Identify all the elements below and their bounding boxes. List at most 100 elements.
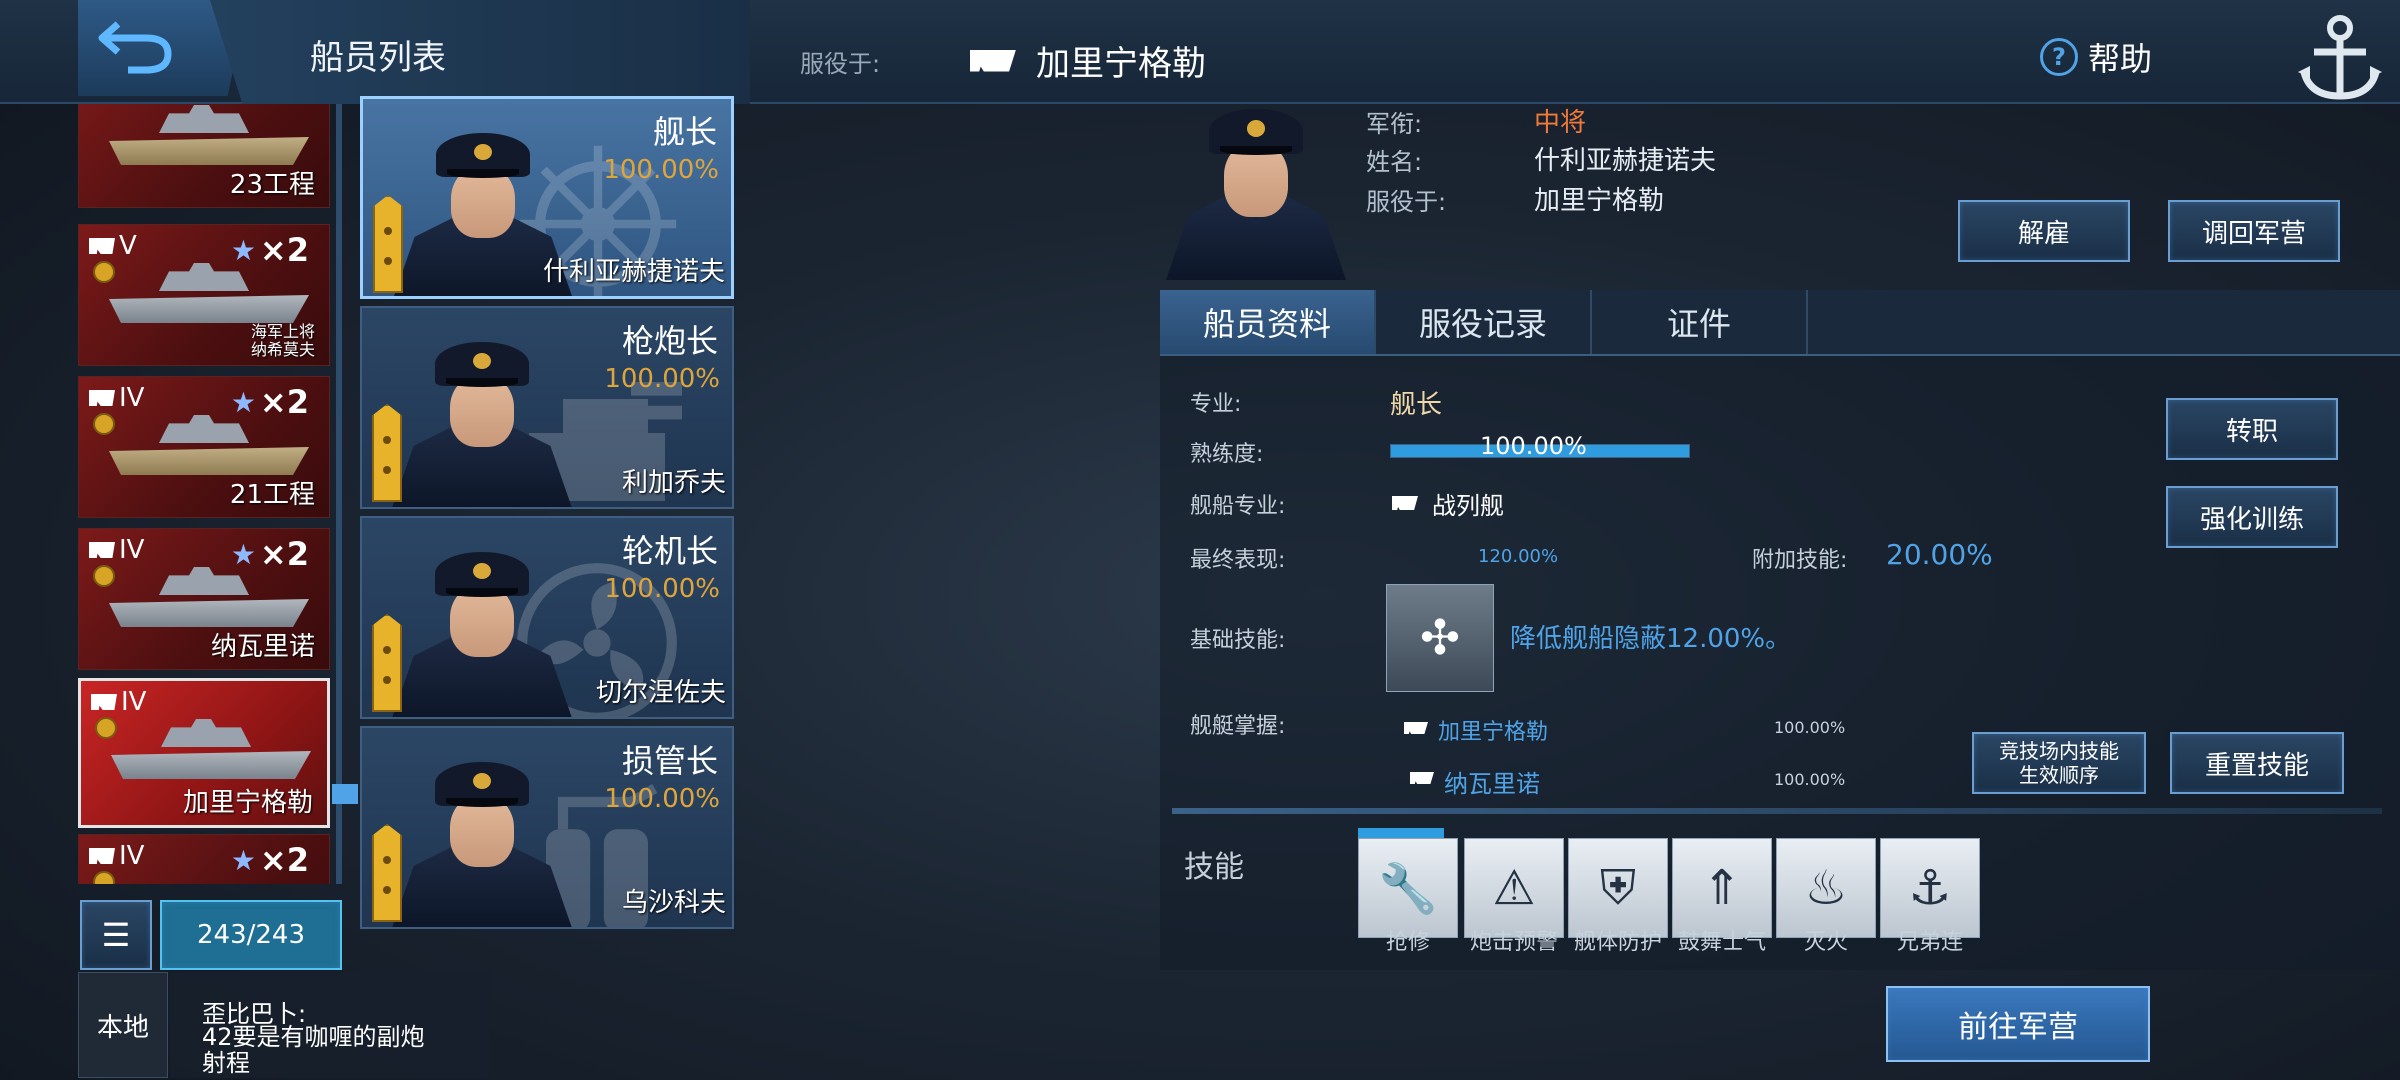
ship-flag-icon bbox=[970, 49, 1016, 72]
rank-label: 军衔: bbox=[1366, 110, 1423, 138]
rank-insignia bbox=[372, 614, 402, 712]
crew-name: 切尔涅佐夫 bbox=[595, 678, 726, 708]
repair-icon[interactable]: 🔧 bbox=[1358, 838, 1458, 938]
rank-insignia bbox=[372, 824, 402, 922]
go-barracks-button[interactable]: 前往军营 bbox=[1886, 986, 2150, 1062]
serving-ship: 加里宁格勒 bbox=[970, 36, 1206, 85]
crew-proficiency: 100.00% bbox=[604, 784, 720, 814]
star-icon: ★ bbox=[230, 233, 256, 267]
serve-label: 服役于: bbox=[1366, 188, 1447, 216]
ship-name: 纳瓦里诺 bbox=[210, 632, 315, 662]
base-skill-value: 降低舰船隐蔽12.00%。 bbox=[1510, 624, 1792, 654]
spec-label: 专业: bbox=[1190, 392, 1242, 417]
recall-button[interactable]: 调回军营 bbox=[2168, 200, 2340, 262]
divider bbox=[1172, 808, 2382, 814]
chat-channel-tab[interactable]: 本地 bbox=[78, 972, 168, 1078]
page-title: 船员列表 bbox=[310, 38, 446, 78]
list-icon: ☰ bbox=[101, 916, 131, 954]
skill-label: 舰体防护 bbox=[1573, 930, 1662, 955]
final-performance-value: 120.00% bbox=[1478, 546, 1559, 567]
ship-card[interactable]: ★×2 23工程 bbox=[78, 104, 330, 208]
reset-skill-button[interactable]: 重置技能 bbox=[2170, 732, 2344, 794]
star-icon: ★ bbox=[230, 537, 256, 571]
flag-icon bbox=[89, 390, 115, 406]
tab-service-record[interactable]: 服役记录 bbox=[1376, 290, 1592, 354]
brotherhood-icon[interactable]: ⚓ bbox=[1880, 838, 1980, 938]
warning-icon[interactable]: ⚠ bbox=[1464, 838, 1564, 938]
flag-icon bbox=[89, 848, 115, 864]
base-skill-label: 基础技能: bbox=[1190, 628, 1286, 653]
crew-proficiency: 100.00% bbox=[604, 364, 720, 394]
skill-label: 鼓舞士气 bbox=[1677, 930, 1766, 955]
crew-role: 枪炮长 bbox=[621, 322, 718, 360]
ship-card[interactable]: IV ★ ×2 bbox=[78, 834, 330, 884]
flag-icon bbox=[89, 238, 115, 254]
skill-bar-highlight bbox=[1358, 828, 1444, 838]
extinguisher-icon[interactable]: ♨ bbox=[1776, 838, 1876, 938]
final-performance-label: 最终表现: bbox=[1190, 548, 1286, 573]
crew-proficiency: 100.00% bbox=[603, 155, 719, 185]
enhanced-training-button[interactable]: 强化训练 bbox=[2166, 486, 2338, 548]
crew-card[interactable]: 损管长 100.00% 乌沙科夫 bbox=[360, 726, 734, 929]
skill-label: 兄弟连 bbox=[1896, 930, 1963, 955]
ship-name: 23工程 bbox=[229, 170, 315, 200]
ship-card[interactable]: IV ★ ×2 纳瓦里诺 bbox=[78, 528, 330, 670]
ship-spec-value: 战列舰 bbox=[1432, 492, 1504, 520]
star-icon: ★ bbox=[230, 843, 256, 877]
extra-skill-label: 附加技能: bbox=[1752, 548, 1848, 573]
chat-message-box[interactable]: 歪比巴卜: 42要是有咖喱的副炮 射程 bbox=[170, 972, 490, 1078]
battleship-flag-icon bbox=[1392, 496, 1418, 510]
stealth-skill-icon[interactable]: ✣ bbox=[1386, 584, 1494, 692]
crew-proficiency: 100.00% bbox=[604, 574, 720, 604]
selected-connector bbox=[332, 784, 358, 804]
hull-icon[interactable]: ⛨ bbox=[1568, 838, 1668, 938]
mastery-row: 加里宁格勒 100.00% bbox=[1404, 714, 1854, 745]
rank-insignia bbox=[372, 404, 402, 502]
list-view-button[interactable]: ☰ bbox=[80, 900, 152, 970]
ship-flag-icon bbox=[1404, 722, 1428, 734]
rank-insignia bbox=[373, 195, 403, 293]
help-button[interactable]: ? 帮助 bbox=[2040, 34, 2152, 80]
spec-value: 舰长 bbox=[1390, 390, 1443, 420]
tab-certificates[interactable]: 证件 bbox=[1592, 290, 1808, 354]
title-tab: 船员列表 bbox=[210, 0, 750, 104]
skill-label: 抢修 bbox=[1385, 930, 1430, 955]
ship-name: 海军上将 纳希莫夫 bbox=[250, 322, 315, 359]
officer-portrait bbox=[392, 748, 572, 927]
detail-tabs: 船员资料 服役记录 证件 bbox=[1160, 290, 2400, 356]
serving-label: 服役于: bbox=[800, 50, 881, 78]
ship-card-selected[interactable]: IV 加里宁格勒 bbox=[78, 678, 330, 828]
ship-list[interactable]: ★×2 23工程 V ★×2 海军上将 纳希莫夫 IV ★×2 21工程 IV … bbox=[78, 104, 350, 884]
ship-card[interactable]: V ★ ×2 海军上将 纳希莫夫 bbox=[78, 224, 330, 366]
skill-label: 灭火 bbox=[1803, 930, 1848, 955]
crew-role: 轮机长 bbox=[621, 532, 718, 570]
crew-role: 损管长 bbox=[621, 742, 718, 780]
rank-value: 中将 bbox=[1534, 108, 1587, 138]
crew-name: 乌沙科夫 bbox=[621, 888, 726, 918]
ship-spec-label: 舰船专业: bbox=[1190, 494, 1286, 519]
name-value: 什利亚赫捷诺夫 bbox=[1534, 146, 1717, 176]
morale-icon[interactable]: ⇑ bbox=[1672, 838, 1772, 938]
officer-portrait bbox=[392, 538, 572, 717]
crew-name: 利加乔夫 bbox=[621, 468, 726, 498]
dismiss-button[interactable]: 解雇 bbox=[1958, 200, 2130, 262]
crew-card-selected[interactable]: 舰长 100.00% 什利亚赫捷诺夫 bbox=[360, 96, 734, 299]
crew-card[interactable]: 轮机长 100.00% 切尔涅佐夫 bbox=[360, 516, 734, 719]
anchor-icon[interactable] bbox=[2290, 6, 2390, 106]
ship-list-scrollbar[interactable] bbox=[336, 104, 342, 884]
skills-label: 技能 bbox=[1184, 850, 1244, 885]
ship-name: 加里宁格勒 bbox=[182, 788, 313, 818]
ship-count: 243/243 bbox=[160, 900, 342, 970]
name-label: 姓名: bbox=[1366, 148, 1423, 176]
arena-skill-order-button[interactable]: 竞技场内技能 生效顺序 bbox=[1972, 732, 2146, 794]
ship-name: 21工程 bbox=[229, 480, 315, 510]
serve-value: 加里宁格勒 bbox=[1534, 186, 1665, 216]
ship-flag-icon bbox=[1410, 772, 1434, 784]
transfer-button[interactable]: 转职 bbox=[2166, 398, 2338, 460]
skill-label: 炮击预警 bbox=[1469, 930, 1558, 955]
mastery-row: 纳瓦里诺 100.00% bbox=[1404, 764, 1854, 798]
ship-card[interactable]: IV ★ ×2 21工程 bbox=[78, 376, 330, 518]
tab-crew-info[interactable]: 船员资料 bbox=[1160, 290, 1376, 354]
crew-card[interactable]: 枪炮长 100.00% 利加乔夫 bbox=[360, 306, 734, 509]
back-arrow-icon bbox=[98, 21, 172, 74]
